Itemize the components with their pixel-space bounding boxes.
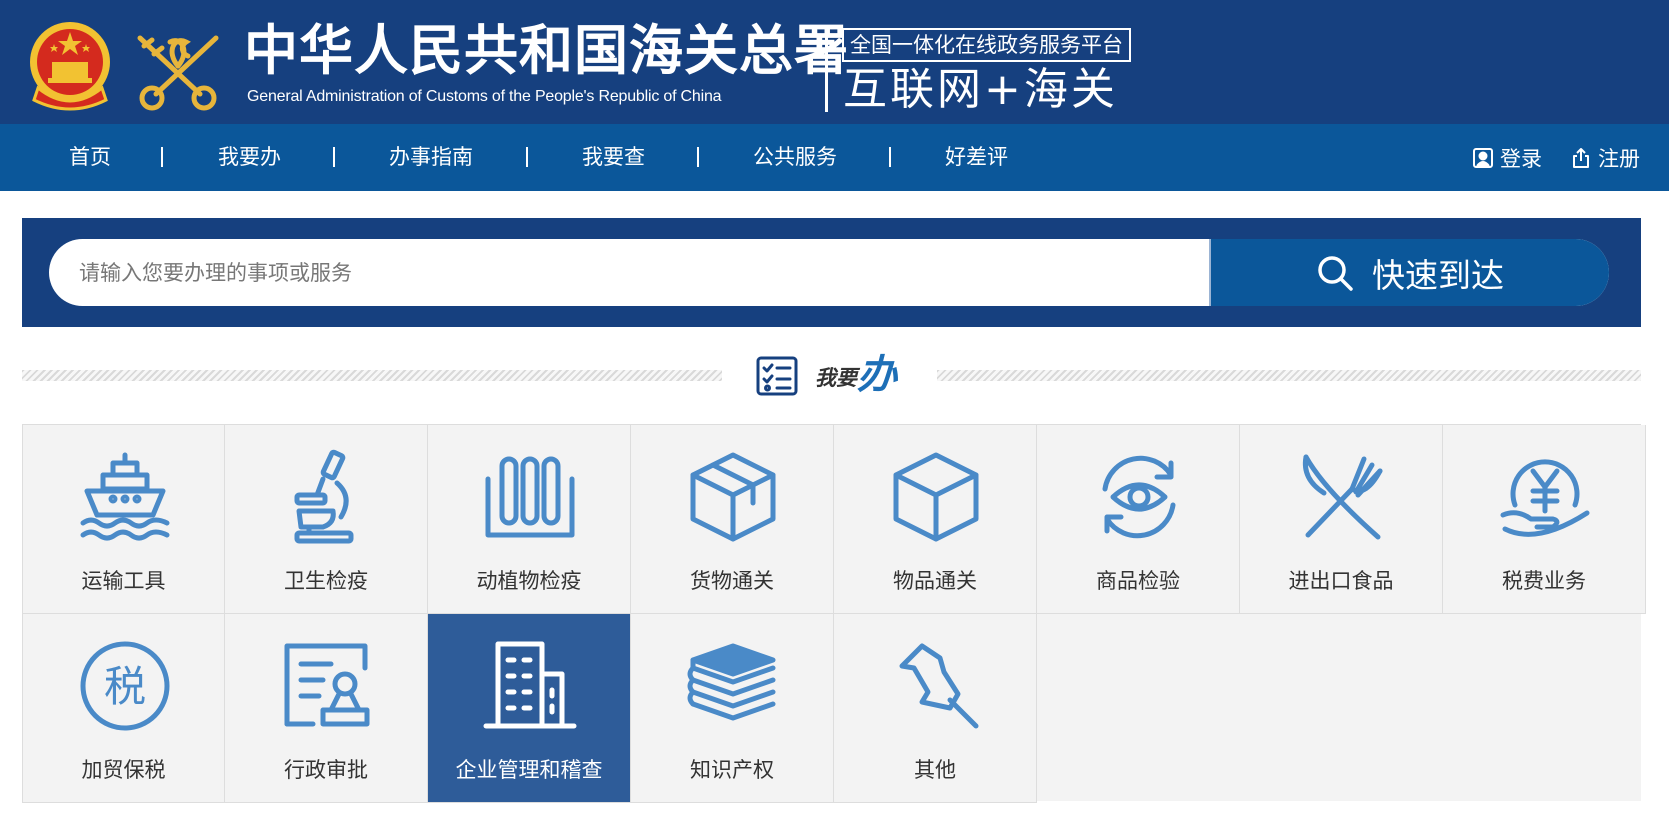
service-label: 其他 xyxy=(914,758,956,782)
nav-item-guide[interactable]: 办事指南 xyxy=(389,124,473,191)
title-divider xyxy=(825,28,828,112)
nav-item-i-want-to-check[interactable]: 我要查 xyxy=(582,124,645,191)
service-commodity-inspection[interactable]: 商品检验 xyxy=(1037,425,1240,614)
nav-item-i-want-to-do[interactable]: 我要办 xyxy=(218,124,281,191)
pushpin-icon xyxy=(899,643,979,729)
service-label: 货物通关 xyxy=(690,569,774,593)
service-processing-trade-bonded[interactable]: 税 加贸保税 xyxy=(22,614,225,803)
register-link[interactable]: 注册 xyxy=(1570,124,1640,191)
service-other[interactable]: 其他 xyxy=(834,614,1037,803)
microscope-icon xyxy=(294,449,354,544)
section-title-prefix: 我要 xyxy=(815,366,857,390)
tax-circle-icon: 税 xyxy=(80,641,170,731)
section-title-main: 办 xyxy=(857,352,897,398)
books-icon xyxy=(687,643,776,721)
customs-keys-icon xyxy=(137,35,219,111)
service-transport[interactable]: 运输工具 xyxy=(22,425,225,614)
search-icon xyxy=(1318,255,1353,291)
service-label: 运输工具 xyxy=(81,569,166,593)
open-box-icon xyxy=(690,452,776,542)
quick-access-label: 快速到达 xyxy=(1372,255,1504,295)
nav-divider xyxy=(526,147,528,167)
service-health-quarantine[interactable]: 卫生检疫 xyxy=(225,425,428,614)
section-title: 我要办 xyxy=(815,352,897,398)
service-animal-plant-quarantine[interactable]: 动植物检疫 xyxy=(428,425,631,614)
document-stamp-icon xyxy=(284,643,370,727)
nav-divider xyxy=(697,147,699,167)
user-icon xyxy=(1473,147,1493,168)
checklist-icon xyxy=(756,356,798,396)
service-label: 动植物检疫 xyxy=(476,569,582,593)
nav-item-rating[interactable]: 好差评 xyxy=(945,124,1008,191)
service-intellectual-property[interactable]: 知识产权 xyxy=(631,614,834,803)
nav-item-home[interactable]: 首页 xyxy=(69,124,111,191)
service-label: 进出口食品 xyxy=(1288,569,1394,593)
service-label: 卫生检疫 xyxy=(284,569,368,593)
service-administrative-approval[interactable]: 行政审批 xyxy=(225,614,428,803)
service-label: 加贸保税 xyxy=(81,758,166,782)
service-label: 企业管理和稽查 xyxy=(455,758,603,782)
service-import-export-food[interactable]: 进出口食品 xyxy=(1240,425,1443,614)
national-emblem-icon xyxy=(30,22,110,111)
yuan-hand-icon xyxy=(1500,459,1590,537)
login-link[interactable]: 登录 xyxy=(1472,124,1542,191)
service-grid: 运输工具 卫生检疫 动植物检疫 货物通关 物品通关 商品检验 进出口食品 税费业… xyxy=(22,424,1646,803)
svg-text:税: 税 xyxy=(104,662,146,711)
nav-divider xyxy=(161,147,163,167)
share-upload-icon xyxy=(1573,147,1589,168)
main-nav: 首页 我要办 办事指南 我要查 公共服务 好差评 登录 注册 xyxy=(0,124,1669,191)
service-label: 行政审批 xyxy=(284,758,368,782)
site-title: 中华人民共和国海关总署 xyxy=(244,18,849,82)
section-divider-left xyxy=(22,370,722,381)
search-panel: 快速到达 xyxy=(22,218,1641,327)
internet-customs-slogan: 互联网+海关 xyxy=(843,64,1118,115)
service-cargo-clearance[interactable]: 货物通关 xyxy=(631,425,834,614)
service-enterprise-management-audit[interactable]: 企业管理和稽查 xyxy=(428,614,631,803)
service-tax-fees[interactable]: 税费业务 xyxy=(1443,425,1646,614)
login-label: 登录 xyxy=(1500,146,1542,171)
site-header: 中华人民共和国海关总署 General Administration of Cu… xyxy=(0,0,1669,124)
test-tubes-icon xyxy=(485,456,575,538)
service-label: 物品通关 xyxy=(893,569,977,593)
search-input[interactable] xyxy=(49,239,1209,306)
eye-refresh-icon xyxy=(1102,455,1176,539)
building-icon xyxy=(483,641,577,729)
ship-icon xyxy=(80,452,170,541)
service-goods-clearance[interactable]: 物品通关 xyxy=(834,425,1037,614)
site-title-english: General Administration of Customs of the… xyxy=(247,88,722,105)
search-bar: 快速到达 xyxy=(49,239,1609,306)
service-label: 知识产权 xyxy=(690,758,774,782)
section-divider-right xyxy=(937,370,1641,381)
nav-divider xyxy=(889,147,891,167)
quick-access-button[interactable]: 快速到达 xyxy=(1209,239,1609,306)
service-label: 商品检验 xyxy=(1096,569,1180,593)
nav-divider xyxy=(333,147,335,167)
nav-item-public-service[interactable]: 公共服务 xyxy=(753,124,837,191)
service-label: 税费业务 xyxy=(1502,569,1586,593)
register-label: 注册 xyxy=(1598,146,1640,171)
platform-badge: 全国一体化在线政务服务平台 xyxy=(842,28,1131,62)
cube-icon xyxy=(893,452,979,542)
fork-knife-icon xyxy=(1302,454,1383,540)
